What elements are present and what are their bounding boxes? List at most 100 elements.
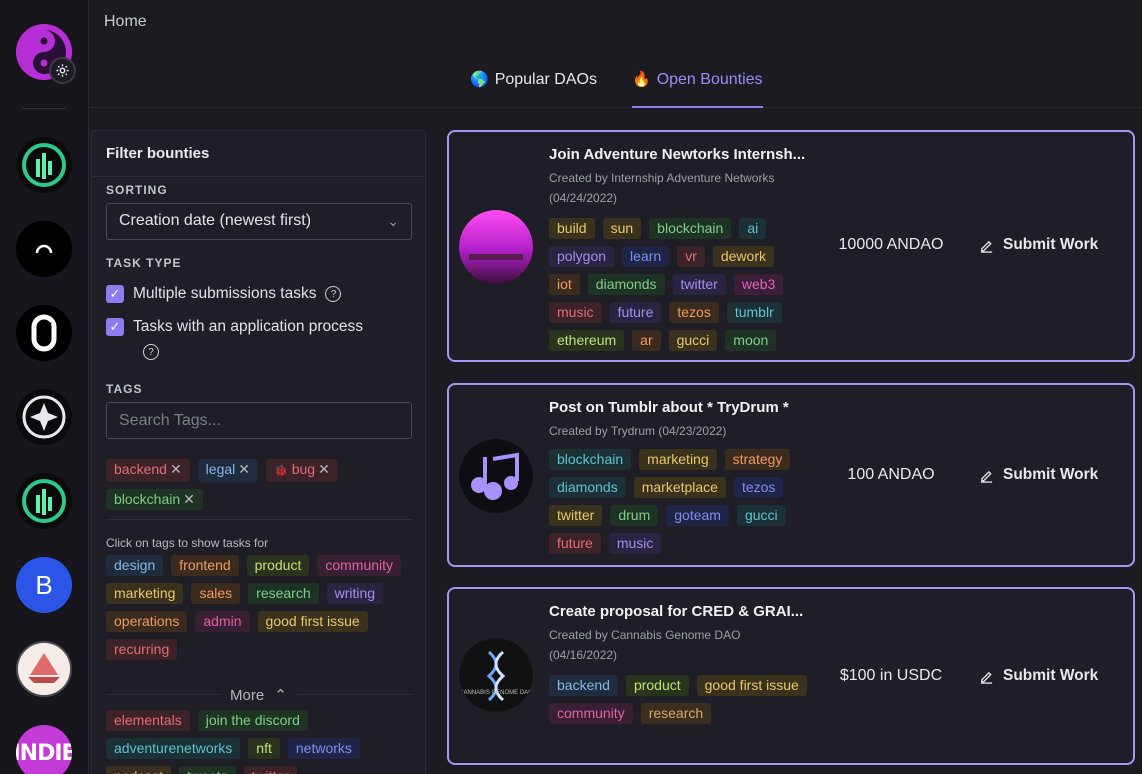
tag-chip[interactable]: build — [549, 218, 595, 239]
tag-chip[interactable]: twitter — [243, 766, 297, 774]
tag-chip[interactable]: podcast — [106, 766, 172, 774]
checkbox-multiple-submissions[interactable]: ✓ Multiple submissions tasks ? — [106, 285, 342, 303]
tag-chip[interactable]: admin — [195, 611, 250, 632]
dao-avatar-b[interactable]: B — [16, 557, 72, 613]
bounty-title[interactable]: Join Adventure Newtorks Internsh... — [549, 146, 805, 163]
dao-avatar-adventure-networks[interactable] — [16, 137, 72, 193]
tag-chip[interactable]: future — [609, 302, 662, 323]
tag-chip[interactable]: dework — [712, 246, 774, 267]
selected-tag[interactable]: legal ✕ — [197, 459, 258, 482]
tag-chip[interactable]: web3 — [733, 274, 784, 295]
bounty-creator: Created by Internship Adventure Networks… — [549, 168, 774, 208]
tag-chip[interactable]: vr — [677, 246, 705, 267]
search-tags-input[interactable] — [106, 402, 412, 439]
tag-chip[interactable]: marketing — [106, 583, 184, 604]
selected-tag[interactable]: blockchain ✕ — [106, 489, 203, 510]
selected-tag[interactable]: backend ✕ — [106, 459, 190, 482]
tag-chip[interactable]: join the discord — [197, 710, 308, 731]
tag-chip[interactable]: marketing — [639, 449, 717, 470]
tag-chip[interactable]: moon — [725, 330, 777, 351]
tag-chip[interactable]: product — [625, 675, 689, 696]
help-icon[interactable]: ? — [143, 344, 159, 360]
tag-chip[interactable]: learn — [622, 246, 670, 267]
tag-chip[interactable]: music — [549, 302, 602, 323]
tag-chip[interactable]: operations — [106, 611, 188, 632]
tag-chip[interactable]: future — [549, 533, 601, 554]
tag-chip[interactable]: backend — [549, 675, 618, 696]
tag-chip[interactable]: networks — [287, 738, 360, 759]
tag-chip[interactable]: music — [608, 533, 662, 554]
tag-chip[interactable]: gucci — [736, 505, 786, 526]
tag-chip[interactable]: tezos — [669, 302, 719, 323]
checkbox-application-process[interactable]: ✓ Tasks with an application process — [106, 318, 363, 336]
tag-chip[interactable]: writing — [326, 583, 384, 604]
close-icon[interactable]: ✕ — [183, 491, 195, 507]
tag-chip[interactable]: tumblr — [726, 302, 782, 323]
bounty-title[interactable]: Post on Tumblr about * TryDrum * — [549, 399, 789, 416]
tab-popular-daos[interactable]: 🌎 Popular DAOs — [470, 70, 597, 108]
tag-chip[interactable]: strategy — [724, 449, 791, 470]
tag-chip[interactable]: research — [640, 703, 712, 724]
settings-gear-icon[interactable] — [49, 57, 76, 84]
bounty-card[interactable]: Join Adventure Newtorks Internsh... Creat… — [447, 130, 1135, 362]
tag-chip[interactable]: adventurenetworks — [106, 738, 241, 759]
checkbox-checked-icon[interactable]: ✓ — [106, 318, 124, 336]
tag-chip[interactable]: gucci — [668, 330, 718, 351]
tag-chip[interactable]: sales — [191, 583, 241, 604]
submit-work-button[interactable]: Submit Work — [979, 236, 1098, 254]
tag-chip[interactable]: blockchain — [649, 218, 732, 239]
dao-avatar-ship[interactable] — [16, 641, 72, 697]
tag-chip[interactable]: blockchain — [549, 449, 632, 470]
dao-avatar-indie[interactable]: INDIE — [16, 725, 72, 774]
tag-chip[interactable]: polygon — [549, 246, 615, 267]
tag-chip[interactable]: iot — [549, 274, 580, 295]
tag-chip[interactable]: nft — [248, 738, 280, 759]
tag-chip[interactable]: tweets — [179, 766, 236, 774]
tag-chip[interactable]: ar — [632, 330, 661, 351]
pencil-icon — [980, 240, 993, 253]
bounty-card[interactable]: CANNABIS GENOME DAO Create proposal for C… — [447, 587, 1135, 765]
bounty-card[interactable]: Post on Tumblr about * TryDrum * Created … — [447, 383, 1135, 567]
tag-chip[interactable]: tezos — [733, 477, 784, 498]
tag-chip[interactable]: ai — [739, 218, 767, 239]
tag-chip[interactable]: twitter — [672, 274, 726, 295]
tag-chip[interactable]: frontend — [171, 555, 239, 576]
sorting-select[interactable]: Creation date (newest first) ⌄ — [106, 203, 412, 240]
checkbox-checked-icon[interactable]: ✓ — [106, 285, 124, 303]
breadcrumb[interactable]: Home — [104, 13, 147, 31]
tag-chip[interactable]: recurring — [106, 639, 178, 660]
bounty-title[interactable]: Create proposal for CRED & GRAI... — [549, 603, 803, 620]
tag-chip[interactable]: good first issue — [257, 611, 368, 632]
close-icon[interactable]: ✕ — [170, 461, 182, 477]
tag-chip[interactable]: diamonds — [549, 477, 626, 498]
extra-tags: elementals join the discord adventurenetwo… — [106, 710, 414, 774]
selected-tag[interactable]: 🐞 bug ✕ — [266, 459, 338, 482]
dao-avatar-black-arc[interactable] — [16, 221, 72, 277]
tag-chip[interactable]: marketplace — [633, 477, 726, 498]
submit-work-button[interactable]: Submit Work — [979, 466, 1098, 484]
tag-chip[interactable]: sun — [602, 218, 642, 239]
creator-line: Created by Trydrum (04/23/2022) — [549, 424, 727, 438]
tag-chip[interactable]: twitter — [549, 505, 603, 526]
tab-open-bounties[interactable]: 🔥 Open Bounties — [632, 70, 763, 108]
close-icon[interactable]: ✕ — [318, 461, 330, 477]
tag-chip[interactable]: good first issue — [696, 675, 807, 696]
dao-avatar-star[interactable] — [16, 389, 72, 445]
tag-chip[interactable]: research — [248, 583, 319, 604]
tag-chip[interactable]: community — [549, 703, 633, 724]
tag-chip[interactable]: elementals — [106, 710, 190, 731]
tag-chip[interactable]: community — [317, 555, 402, 576]
tag-chip[interactable]: goteam — [666, 505, 729, 526]
dao-avatar-trydrum[interactable] — [16, 305, 72, 361]
help-icon[interactable]: ? — [325, 286, 342, 302]
more-toggle[interactable]: More ⌃ — [92, 686, 425, 704]
tag-chip[interactable]: product — [246, 555, 310, 576]
close-icon[interactable]: ✕ — [238, 461, 250, 477]
tag-chip[interactable]: drum — [610, 505, 659, 526]
tag-chip[interactable]: ethereum — [549, 330, 625, 351]
tag-chip[interactable]: diamonds — [587, 274, 665, 295]
pencil-icon — [980, 470, 993, 483]
tag-chip[interactable]: design — [106, 555, 164, 576]
dao-avatar-green-rings[interactable] — [16, 473, 72, 529]
submit-work-button[interactable]: Submit Work — [979, 667, 1098, 685]
